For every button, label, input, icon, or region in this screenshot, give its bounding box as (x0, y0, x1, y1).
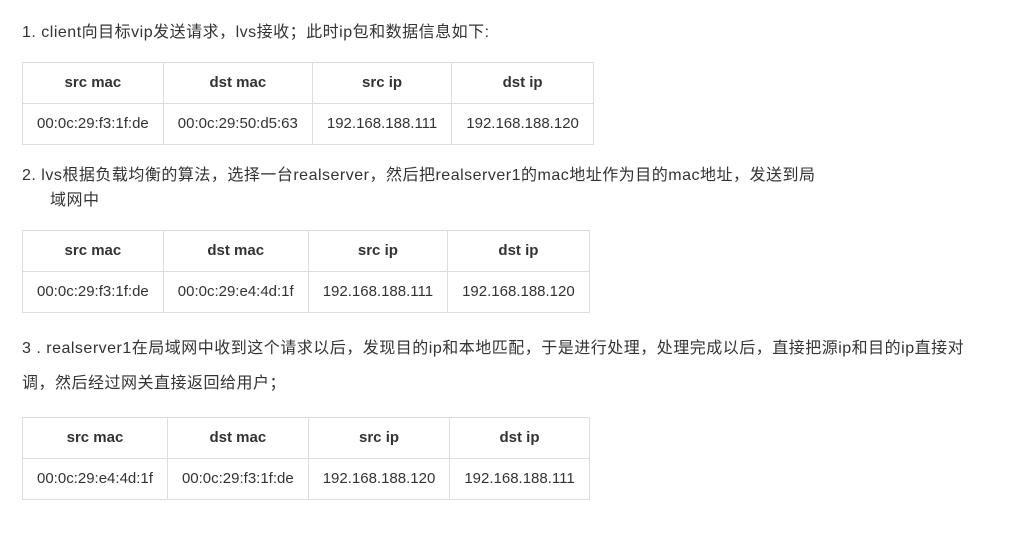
th-dst-mac: dst mac (167, 418, 308, 459)
step-2-text: 2. lvs根据负载均衡的算法，选择一台realserver，然后把realse… (22, 163, 990, 214)
step-2-line1: 2. lvs根据负载均衡的算法，选择一台realserver，然后把realse… (22, 167, 815, 184)
table-1-data-row: 00:0c:29:f3:1f:de 00:0c:29:50:d5:63 192.… (23, 103, 594, 144)
step-1: 1. client向目标vip发送请求，lvs接收；此时ip包和数据信息如下: … (22, 20, 990, 145)
td-dst-mac: 00:0c:29:f3:1f:de (167, 459, 308, 500)
td-dst-ip: 192.168.188.120 (452, 103, 594, 144)
th-dst-ip: dst ip (450, 418, 589, 459)
td-src-ip: 192.168.188.111 (312, 103, 451, 144)
th-src-ip: src ip (312, 62, 451, 103)
table-2-data-row: 00:0c:29:f3:1f:de 00:0c:29:e4:4d:1f 192.… (23, 271, 590, 312)
th-dst-ip: dst ip (452, 62, 594, 103)
step-3-line1: 3 . realserver1在局域网中收到这个请求以后，发现目的ip和本地匹配… (22, 340, 964, 392)
td-dst-ip: 192.168.188.111 (450, 459, 589, 500)
th-dst-mac: dst mac (163, 230, 308, 271)
th-src-mac: src mac (23, 418, 168, 459)
step-2-line2: 域网中 (22, 188, 990, 214)
td-src-mac: 00:0c:29:f3:1f:de (23, 271, 164, 312)
td-dst-ip: 192.168.188.120 (448, 271, 590, 312)
th-src-ip: src ip (308, 418, 450, 459)
step-1-text: 1. client向目标vip发送请求，lvs接收；此时ip包和数据信息如下: (22, 20, 990, 46)
td-src-ip: 192.168.188.120 (308, 459, 450, 500)
table-1: src mac dst mac src ip dst ip 00:0c:29:f… (22, 62, 594, 145)
step-2: 2. lvs根据负载均衡的算法，选择一台realserver，然后把realse… (22, 163, 990, 313)
th-dst-ip: dst ip (448, 230, 590, 271)
td-dst-mac: 00:0c:29:50:d5:63 (163, 103, 312, 144)
step-3: 3 . realserver1在局域网中收到这个请求以后，发现目的ip和本地匹配… (22, 331, 990, 500)
td-src-ip: 192.168.188.111 (308, 271, 447, 312)
table-1-header-row: src mac dst mac src ip dst ip (23, 62, 594, 103)
td-src-mac: 00:0c:29:f3:1f:de (23, 103, 164, 144)
th-dst-mac: dst mac (163, 62, 312, 103)
td-src-mac: 00:0c:29:e4:4d:1f (23, 459, 168, 500)
step-1-line1: 1. client向目标vip发送请求，lvs接收；此时ip包和数据信息如下: (22, 24, 490, 41)
step-3-text: 3 . realserver1在局域网中收到这个请求以后，发现目的ip和本地匹配… (22, 331, 990, 401)
table-2-header-row: src mac dst mac src ip dst ip (23, 230, 590, 271)
td-dst-mac: 00:0c:29:e4:4d:1f (163, 271, 308, 312)
table-2: src mac dst mac src ip dst ip 00:0c:29:f… (22, 230, 590, 313)
table-3: src mac dst mac src ip dst ip 00:0c:29:e… (22, 417, 590, 500)
th-src-mac: src mac (23, 230, 164, 271)
table-3-data-row: 00:0c:29:e4:4d:1f 00:0c:29:f3:1f:de 192.… (23, 459, 590, 500)
th-src-mac: src mac (23, 62, 164, 103)
table-3-header-row: src mac dst mac src ip dst ip (23, 418, 590, 459)
th-src-ip: src ip (308, 230, 447, 271)
